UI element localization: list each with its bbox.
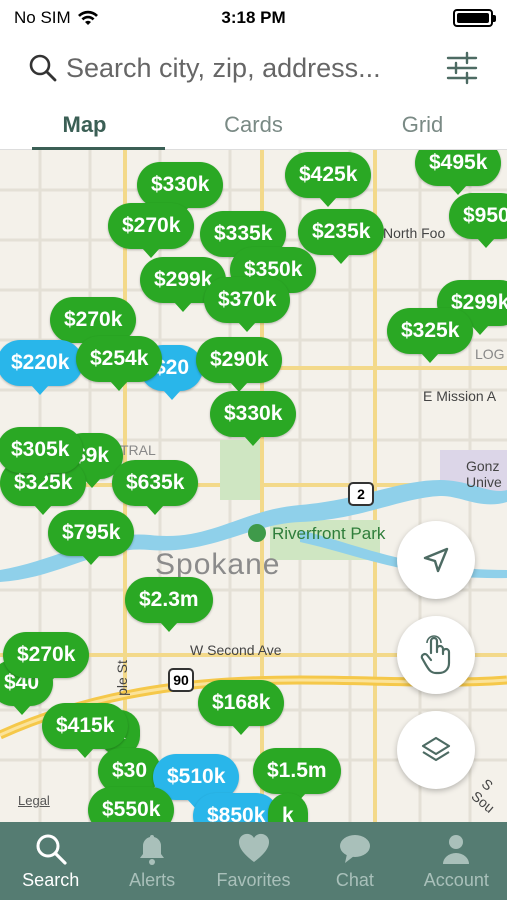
price-pin[interactable]: $330k [137, 162, 224, 217]
nav-chat-label: Chat [335, 870, 374, 890]
street-label: Gonz [466, 458, 500, 474]
price-pin[interactable]: $305k [0, 427, 84, 482]
street-label: LOG [475, 346, 505, 362]
status-bar: No SIM 3:18 PM [0, 0, 507, 36]
map-layers-button[interactable] [397, 711, 475, 789]
search-bar [28, 44, 479, 92]
street-label: E Mission A [423, 388, 497, 404]
nav-search[interactable]: Search [0, 822, 101, 900]
bottom-nav: Search Alerts Favorites Chat Account [0, 822, 507, 900]
price-pin[interactable]: $235k [298, 209, 385, 264]
price-pin[interactable]: $254k [76, 336, 163, 391]
hand-pointer-icon [420, 635, 451, 675]
price-pin[interactable]: $370k [204, 277, 291, 332]
price-pin[interactable]: $425k [285, 152, 372, 207]
tab-cards[interactable]: Cards [169, 100, 338, 149]
price-pin[interactable]: $325k [387, 308, 474, 363]
tab-grid[interactable]: Grid [338, 100, 507, 149]
search-input[interactable] [66, 52, 433, 84]
search-icon [29, 54, 57, 82]
price-pin[interactable]: $330k [210, 391, 297, 446]
bell-icon [140, 835, 165, 865]
draw-search-button[interactable] [397, 616, 475, 694]
chat-icon [339, 835, 370, 863]
street-label: W Second Ave [190, 642, 282, 658]
view-tabs: Map Cards Grid [0, 100, 507, 150]
locate-me-button[interactable] [397, 521, 475, 599]
filter-sliders-icon[interactable] [445, 51, 479, 85]
heart-icon [238, 833, 269, 862]
price-pin[interactable]: $290k [196, 337, 283, 392]
highway-shield: 90 [168, 668, 194, 692]
wifi-icon [77, 10, 98, 25]
price-pin[interactable]: $495k [415, 150, 502, 195]
nav-favorites-label: Favorites [216, 870, 291, 890]
nav-alerts[interactable]: Alerts [101, 822, 202, 900]
nav-account-label: Account [423, 870, 489, 890]
street-label: Unive [466, 474, 502, 490]
nav-search-label: Search [22, 870, 80, 890]
poi-riverfront-icon [248, 524, 266, 542]
status-left: No SIM [14, 8, 99, 28]
nav-alerts-label: Alerts [129, 870, 176, 890]
person-icon [443, 835, 470, 864]
nav-account[interactable]: Account [406, 822, 507, 900]
map-view[interactable]: Spokane Riverfront Park W Second Ave Nor… [0, 150, 507, 822]
price-pin[interactable]: $635k [112, 460, 199, 515]
battery-icon [453, 9, 496, 27]
tab-map[interactable]: Map [0, 100, 169, 150]
app: No SIM 3:18 PM Map Cards Grid [0, 0, 507, 900]
price-pin[interactable]: $2.3m [125, 577, 213, 632]
price-pin[interactable]: $950 [449, 193, 507, 248]
price-pin[interactable]: $550k [88, 787, 175, 822]
location-arrow-icon [423, 547, 449, 573]
street-label: ple St [113, 660, 130, 696]
legal-link[interactable]: Legal [18, 793, 50, 808]
nav-favorites[interactable]: Favorites [203, 822, 304, 900]
price-pin[interactable]: $795k [48, 510, 135, 565]
street-label: North Foo [383, 225, 446, 241]
street-label: TRAL [120, 442, 156, 458]
carrier-label: No SIM [14, 8, 71, 27]
search-icon [36, 834, 67, 865]
layers-icon [421, 736, 451, 762]
price-pin[interactable]: $220k [0, 340, 84, 395]
price-pin[interactable]: $270k [108, 203, 195, 258]
price-pin[interactable]: $1.5m [253, 748, 341, 803]
nav-chat[interactable]: Chat [304, 822, 405, 900]
price-pin[interactable]: $168k [198, 680, 285, 735]
price-pin[interactable]: $270k [3, 632, 90, 687]
highway-shield: 2 [348, 482, 374, 506]
poi-label: Riverfront Park [272, 524, 386, 543]
price-pin[interactable]: $850k [193, 793, 280, 822]
price-pin[interactable]: $415k [42, 703, 129, 758]
